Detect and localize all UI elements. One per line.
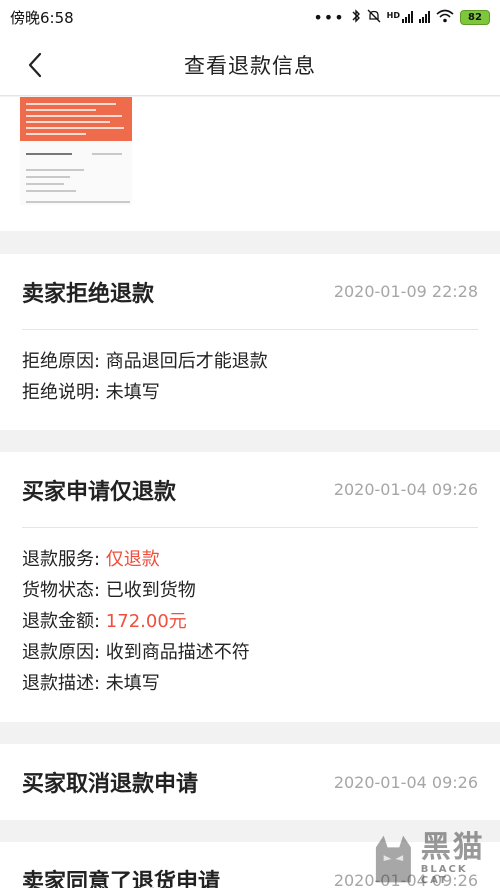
row-label: 拒绝原因: — [22, 351, 106, 372]
watermark-en: BLACK CAT — [420, 864, 468, 886]
hd-signal-icon: HD — [387, 11, 413, 23]
more-dots-icon: ••• — [313, 7, 345, 27]
row-label: 退款服务: — [22, 549, 106, 570]
record-body: 退款服务: 仅退款 货物状态: 已收到货物 退款金额: 172.00元 退款原因… — [22, 544, 478, 699]
row-value: 收到商品描述不符 — [105, 642, 250, 663]
row-label: 拒绝说明: — [22, 382, 106, 403]
signal-icon — [419, 11, 430, 23]
record-row: 退款描述: 未填写 — [22, 668, 478, 699]
row-label: 退款描述: — [22, 673, 106, 694]
refund-amount-value: 172.00元 — [105, 611, 187, 632]
record-row: 退款原因: 收到商品描述不符 — [22, 637, 478, 668]
row-label: 退款金额: — [22, 611, 106, 632]
hd-label: HD — [386, 11, 400, 20]
record-title: 卖家同意了退货申请 — [22, 870, 221, 888]
status-time: 傍晚6:58 — [10, 8, 74, 27]
record-title: 买家申请仅退款 — [22, 479, 177, 505]
black-cat-logo-icon — [375, 835, 411, 883]
record-row: 拒绝说明: 未填写 — [22, 377, 478, 408]
bluetooth-icon — [351, 8, 361, 26]
row-value: 未填写 — [105, 382, 160, 403]
record-time: 2020-01-09 22:28 — [333, 282, 478, 301]
record-body: 拒绝原因: 商品退回后才能退款 拒绝说明: 未填写 — [22, 346, 478, 408]
refund-record-card: 买家取消退款申请 2020-01-04 09:26 — [0, 744, 500, 820]
record-row: 拒绝原因: 商品退回后才能退款 — [22, 346, 478, 377]
row-value: 已收到货物 — [105, 580, 196, 601]
row-value: 商品退回后才能退款 — [105, 351, 268, 372]
record-time: 2020-01-04 09:26 — [333, 480, 478, 499]
refund-service-value: 仅退款 — [105, 549, 160, 570]
row-label: 货物状态: — [22, 580, 106, 601]
record-title: 卖家拒绝退款 — [22, 281, 155, 307]
record-title: 买家取消退款申请 — [22, 772, 199, 797]
refund-record-card: 买家申请仅退款 2020-01-04 09:26 退款服务: 仅退款 货物状态:… — [0, 452, 500, 722]
record-header: 买家申请仅退款 2020-01-04 09:26 — [22, 452, 478, 528]
evidence-image-thumbnail[interactable] — [20, 97, 132, 205]
battery-icon: 82 — [460, 9, 490, 25]
record-row: 退款金额: 172.00元 — [22, 606, 478, 637]
page-title: 查看退款信息 — [184, 53, 316, 78]
refund-record-card: 卖家拒绝退款 2020-01-09 22:28 拒绝原因: 商品退回后才能退款 … — [0, 254, 500, 430]
record-header: 买家取消退款申请 2020-01-04 09:26 — [22, 744, 478, 820]
mute-bell-icon — [367, 9, 381, 26]
row-label: 退款原因: — [22, 642, 106, 663]
wifi-icon — [436, 9, 454, 26]
record-time: 2020-01-04 09:26 — [333, 772, 478, 792]
attachment-section — [0, 97, 500, 231]
record-row: 退款服务: 仅退款 — [22, 544, 478, 575]
row-value: 未填写 — [105, 673, 160, 694]
nav-bar: 查看退款信息 — [0, 34, 500, 96]
record-row: 货物状态: 已收到货物 — [22, 575, 478, 606]
status-icons: ••• HD 82 — [313, 8, 490, 27]
black-cat-watermark: 黑猫 BLACK CAT — [372, 830, 498, 888]
chevron-left-icon — [28, 52, 42, 78]
status-bar: 傍晚6:58 ••• HD 82 — [0, 0, 500, 34]
back-button[interactable] — [18, 48, 52, 82]
watermark-cn: 黑猫 — [420, 830, 485, 865]
record-header: 卖家拒绝退款 2020-01-09 22:28 — [22, 254, 478, 330]
